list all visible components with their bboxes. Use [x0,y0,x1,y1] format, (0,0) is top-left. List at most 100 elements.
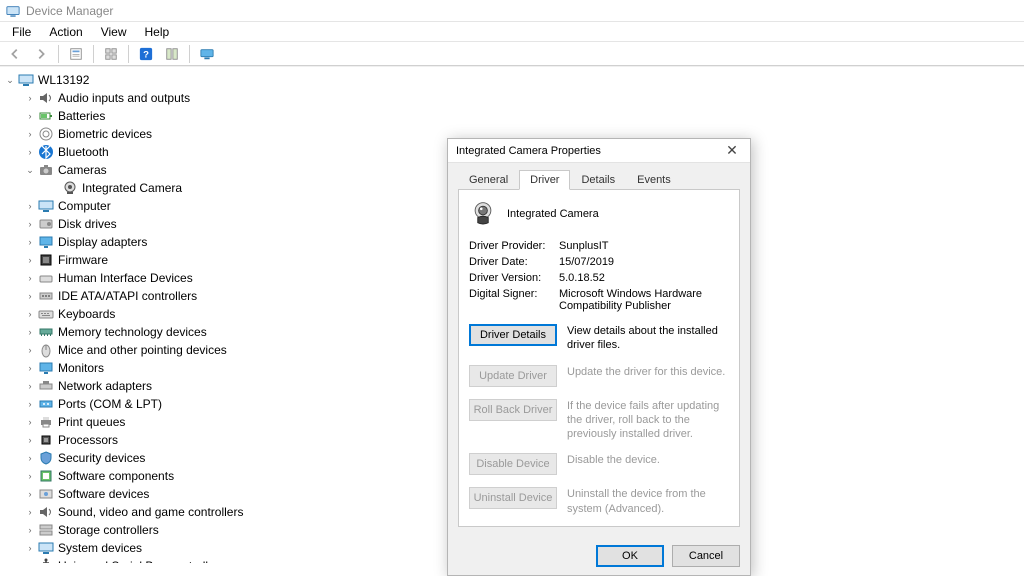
tree-node-label: Bluetooth [58,145,109,159]
chevron-right-icon[interactable]: › [24,128,36,140]
menu-view[interactable]: View [93,23,135,41]
chevron-right-icon [48,182,60,194]
help-icon[interactable]: ? [135,44,157,64]
tree-node-label: Monitors [58,361,104,375]
chevron-right-icon[interactable]: › [24,434,36,446]
menu-help[interactable]: Help [137,23,178,41]
tree-node-label: Audio inputs and outputs [58,91,190,105]
chevron-right-icon[interactable]: › [24,344,36,356]
update-driver-button: Update Driver [469,365,557,387]
refresh-icon[interactable] [161,44,183,64]
chevron-right-icon[interactable]: › [24,380,36,392]
chevron-right-icon[interactable]: › [24,398,36,410]
toolbar-separator [189,45,190,63]
tree-node-label: Universal Serial Bus controllers [58,559,225,563]
tabstrip: GeneralDriverDetailsEvents [458,169,740,190]
chevron-right-icon[interactable]: › [24,308,36,320]
chevron-right-icon[interactable]: › [24,416,36,428]
battery-icon [38,108,54,124]
cpu-icon [38,432,54,448]
tree-node-label: Keyboards [58,307,115,321]
roll-back-driver-button: Roll Back Driver [469,399,557,421]
tab-events[interactable]: Events [626,170,682,190]
chevron-right-icon[interactable]: › [24,452,36,464]
tab-driver[interactable]: Driver [519,170,570,190]
security-icon [38,450,54,466]
device-name: Integrated Camera [507,208,599,220]
chevron-right-icon[interactable]: › [24,254,36,266]
chevron-right-icon[interactable]: › [24,362,36,374]
tree-node[interactable]: › Batteries [0,107,1024,125]
chevron-right-icon[interactable]: › [24,110,36,122]
ide-icon [38,288,54,304]
monitor-icon [38,360,54,376]
tree-node-label: Software devices [58,487,149,501]
port-icon [38,396,54,412]
disk-icon [38,216,54,232]
chevron-right-icon[interactable]: › [24,326,36,338]
provider-value: SunplusIT [559,240,729,252]
computer-icon [38,198,54,214]
chevron-right-icon[interactable]: › [24,290,36,302]
chevron-right-icon[interactable]: › [24,218,36,230]
close-icon[interactable]: ✕ [722,142,742,159]
version-label: Driver Version: [469,272,559,284]
dialog-title: Integrated Camera Properties [456,145,601,157]
svg-text:?: ? [143,49,149,60]
system-icon [38,540,54,556]
chevron-down-icon[interactable]: ⌄ [4,74,16,86]
view-icon[interactable] [100,44,122,64]
tree-node-label: Human Interface Devices [58,271,193,285]
date-label: Driver Date: [469,256,559,268]
chevron-right-icon[interactable]: › [24,200,36,212]
swdev-icon [38,486,54,502]
tree-node-label: Network adapters [58,379,152,393]
action-description: If the device fails after updating the d… [567,399,729,442]
chevron-right-icon[interactable]: › [24,470,36,482]
toolbar-separator [58,45,59,63]
chevron-right-icon[interactable]: › [24,236,36,248]
tree-node-label: Display adapters [58,235,147,249]
chevron-right-icon[interactable]: › [24,272,36,284]
chevron-down-icon[interactable]: ⌄ [24,164,36,176]
tree-node-label: Security devices [58,451,145,465]
chevron-right-icon[interactable]: › [24,542,36,554]
signer-value: Microsoft Windows Hardware Compatibility… [559,288,729,312]
mouse-icon [38,342,54,358]
signer-label: Digital Signer: [469,288,559,312]
tab-content-driver: Integrated Camera Driver Provider:Sunplu… [458,190,740,527]
print-icon [38,414,54,430]
tab-general[interactable]: General [458,170,519,190]
menu-action[interactable]: Action [41,23,90,41]
chevron-right-icon[interactable]: › [24,488,36,500]
tree-node-label: IDE ATA/ATAPI controllers [58,289,197,303]
show-hidden-icon[interactable] [196,44,218,64]
cancel-button[interactable]: Cancel [672,545,740,567]
chevron-right-icon[interactable]: › [24,524,36,536]
tree-node[interactable]: › Audio inputs and outputs [0,89,1024,107]
properties-icon[interactable] [65,44,87,64]
menu-file[interactable]: File [4,23,39,41]
tree-node-label: Print queues [58,415,125,429]
hid-icon [38,270,54,286]
dialog-titlebar[interactable]: Integrated Camera Properties ✕ [448,139,750,163]
tree-node-label: Integrated Camera [82,181,182,195]
date-value: 15/07/2019 [559,256,729,268]
ok-button[interactable]: OK [596,545,664,567]
chevron-right-icon[interactable]: › [24,506,36,518]
forward-icon [30,44,52,64]
tree-node-label: Batteries [58,109,105,123]
camera-icon [38,162,54,178]
camera-dev-icon [62,180,78,196]
properties-dialog: Integrated Camera Properties ✕ GeneralDr… [447,138,751,576]
storage-icon [38,522,54,538]
tree-node[interactable]: ⌄WL13192 [0,71,1024,89]
chevron-right-icon[interactable]: › [24,146,36,158]
bluetooth-icon [38,144,54,160]
usb-icon [38,558,54,563]
tab-details[interactable]: Details [570,170,626,190]
chevron-right-icon[interactable]: › [24,92,36,104]
toolbar: ? [0,42,1024,66]
provider-label: Driver Provider: [469,240,559,252]
driver-details-button[interactable]: Driver Details [469,324,557,346]
